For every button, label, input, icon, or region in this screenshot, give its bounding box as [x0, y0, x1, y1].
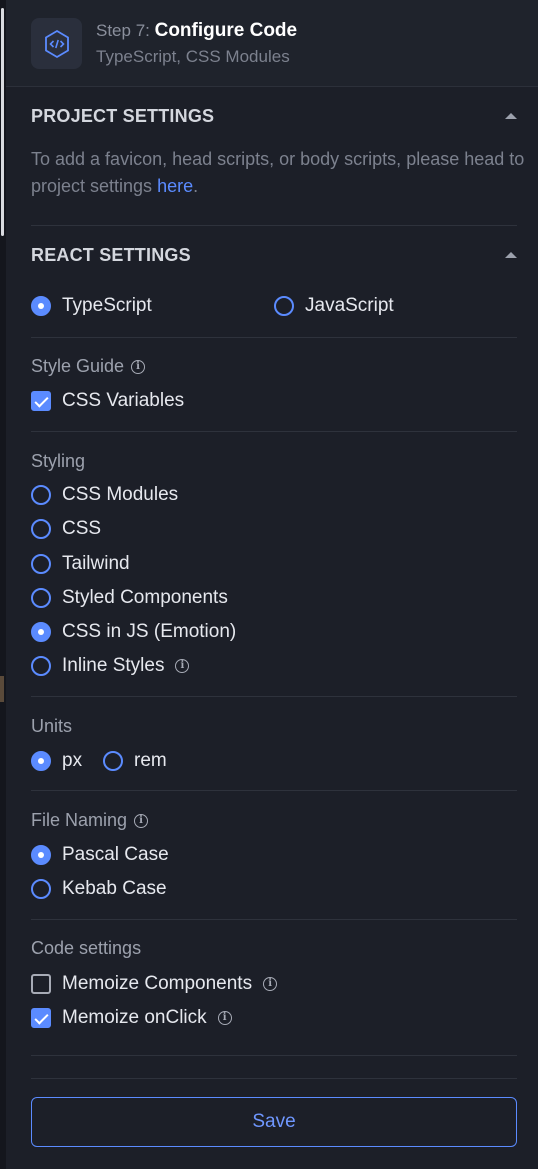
radio-pascal-case[interactable]: Pascal Case	[31, 844, 169, 866]
step-heading: Step 7: Configure Code	[96, 20, 297, 42]
radio-button[interactable]	[31, 622, 51, 642]
option-label: JavaScript	[305, 295, 394, 316]
radio-button[interactable]	[31, 296, 51, 316]
radio-css[interactable]: CSS	[31, 518, 101, 540]
code-settings-label: Code settings	[31, 938, 141, 959]
code-icon	[31, 18, 82, 69]
option-label: Styled Components	[62, 587, 228, 608]
project-settings-link[interactable]: here	[157, 176, 193, 196]
radio-tailwind[interactable]: Tailwind	[31, 553, 130, 575]
checkbox-memoize-onclick[interactable]: Memoize onClick i	[31, 1007, 232, 1029]
configure-code-panel: Step 7: Configure Code TypeScript, CSS M…	[6, 0, 538, 1169]
option-label: Memoize Components	[62, 973, 253, 994]
divider	[31, 431, 517, 432]
project-settings-text-end: .	[193, 176, 199, 196]
option-label: Inline Styles	[62, 655, 165, 676]
option-label: CSS in JS (Emotion)	[62, 621, 237, 642]
option-label: px	[62, 750, 83, 771]
option-label: rem	[134, 750, 167, 771]
radio-button[interactable]	[31, 485, 51, 505]
radio-inline-styles[interactable]: Inline Styles i	[31, 655, 190, 677]
checkbox[interactable]	[31, 391, 51, 411]
radio-button[interactable]	[31, 656, 51, 676]
checkbox[interactable]	[31, 974, 51, 994]
radio-kebab-case[interactable]: Kebab Case	[31, 878, 167, 900]
collapse-caret-icon[interactable]	[505, 113, 517, 119]
step-prefix: Step 7:	[96, 21, 155, 40]
code-settings-label-text: Code settings	[31, 938, 142, 958]
file-naming-label: File Naming i	[31, 810, 149, 831]
radio-button[interactable]	[274, 296, 294, 316]
radio-button[interactable]	[31, 751, 51, 771]
project-settings-text: To add a favicon, head scripts, or body …	[31, 149, 525, 196]
radio-styled-components[interactable]: Styled Components	[31, 587, 228, 609]
radio-button[interactable]	[103, 751, 123, 771]
save-button[interactable]: Save	[31, 1097, 517, 1147]
style-guide-label: Style Guide i	[31, 356, 146, 377]
option-label: CSS Modules	[62, 484, 179, 505]
info-icon[interactable]: i	[134, 813, 149, 828]
divider	[31, 790, 517, 791]
radio-px[interactable]: px	[31, 750, 82, 772]
gutter-marker	[0, 676, 4, 702]
radio-button[interactable]	[31, 879, 51, 899]
info-icon[interactable]: i	[175, 659, 190, 673]
units-label: Units	[31, 716, 72, 737]
option-label: TypeScript	[62, 295, 152, 316]
divider	[31, 919, 517, 920]
radio-css-in-js[interactable]: CSS in JS (Emotion)	[31, 621, 236, 643]
divider	[31, 1055, 517, 1056]
radio-rem[interactable]: rem	[103, 750, 167, 772]
checkbox-css-variables[interactable]: CSS Variables	[31, 390, 184, 412]
option-label: Pascal Case	[62, 844, 169, 865]
radio-button[interactable]	[31, 554, 51, 574]
collapse-caret-icon[interactable]	[505, 252, 517, 258]
divider	[31, 337, 517, 338]
style-guide-label-text: Style Guide	[31, 356, 125, 376]
project-settings-title[interactable]: PROJECT SETTINGS	[31, 106, 214, 127]
divider	[31, 1078, 517, 1079]
radio-typescript[interactable]: TypeScript	[31, 295, 152, 317]
checkbox[interactable]	[31, 1008, 51, 1028]
project-settings-description: To add a favicon, head scripts, or body …	[31, 146, 526, 200]
units-label-text: Units	[31, 716, 73, 736]
styling-label-text: Styling	[31, 451, 86, 471]
option-label: Kebab Case	[62, 878, 167, 899]
option-label: Memoize onClick	[62, 1007, 207, 1028]
info-icon[interactable]: i	[217, 1011, 232, 1025]
radio-button[interactable]	[31, 588, 51, 608]
radio-css-modules[interactable]: CSS Modules	[31, 484, 178, 506]
step-title: Configure Code	[154, 20, 298, 41]
radio-button[interactable]	[31, 519, 51, 539]
info-icon[interactable]: i	[263, 977, 278, 991]
option-label: CSS	[62, 518, 102, 539]
divider	[31, 225, 517, 226]
radio-javascript[interactable]: JavaScript	[274, 295, 394, 317]
file-naming-label-text: File Naming	[31, 810, 128, 830]
option-label: CSS Variables	[62, 390, 185, 411]
option-label: Tailwind	[62, 553, 130, 574]
radio-button[interactable]	[31, 845, 51, 865]
step-subtitle: TypeScript, CSS Modules	[96, 47, 290, 66]
info-icon[interactable]: i	[131, 359, 146, 374]
styling-label: Styling	[31, 451, 85, 472]
checkbox-memoize-components[interactable]: Memoize Components i	[31, 973, 278, 995]
scrollbar-thumb[interactable]	[1, 8, 4, 236]
panel-header: Step 7: Configure Code TypeScript, CSS M…	[6, 0, 538, 87]
react-settings-title[interactable]: REACT SETTINGS	[31, 245, 191, 266]
divider	[31, 696, 517, 697]
